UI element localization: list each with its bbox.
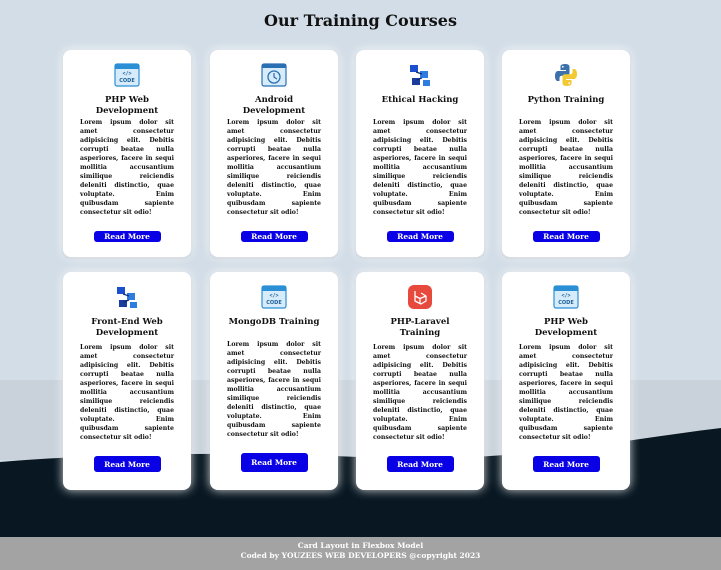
network-cubes-icon (407, 62, 433, 88)
laravel-logo-icon (407, 284, 433, 310)
read-more-button[interactable]: Read More (240, 453, 308, 472)
card-title: PHP Web Development (95, 95, 159, 116)
card-description: Lorem ipsum dolor sit amet consectetur a… (373, 119, 467, 216)
read-more-button[interactable]: Read More (532, 231, 600, 242)
read-more-button[interactable]: Read More (532, 456, 600, 472)
card-title: PHP Web Development (534, 317, 598, 338)
network-cubes-icon (114, 284, 140, 310)
course-card: Front-End Web Development Lorem ipsum do… (63, 272, 191, 490)
card-description: Lorem ipsum dolor sit amet consectetur a… (80, 119, 174, 216)
python-logo-icon (553, 62, 579, 88)
code-window-icon: </> CODE (114, 62, 140, 88)
read-more-button[interactable]: Read More (93, 231, 161, 242)
card-title: Android Development (242, 95, 306, 116)
read-more-button[interactable]: Read More (93, 456, 161, 472)
code-window-icon: </> CODE (261, 284, 287, 310)
cards-grid: </> CODE PHP Web Development Lorem ipsum… (0, 0, 721, 570)
card-title: Ethical Hacking (381, 95, 459, 105)
mobile-app-icon (261, 62, 287, 88)
page-footer: Card Layout in Flexbox Model Coded by YO… (0, 537, 721, 570)
card-title: Python Training (527, 95, 605, 105)
svg-text:</>: </> (269, 293, 278, 299)
card-title: MongoDB Training (228, 317, 320, 327)
svg-text:CODE: CODE (119, 78, 135, 84)
course-card: Android Development Lorem ipsum dolor si… (210, 50, 338, 257)
svg-text:CODE: CODE (558, 300, 574, 306)
card-description: Lorem ipsum dolor sit amet consectetur a… (227, 119, 321, 216)
card-description: Lorem ipsum dolor sit amet consectetur a… (373, 344, 467, 442)
svg-text:</>: </> (561, 293, 570, 299)
card-description: Lorem ipsum dolor sit amet consectetur a… (80, 344, 174, 442)
course-card: Ethical Hacking Lorem ipsum dolor sit am… (356, 50, 484, 257)
read-more-button[interactable]: Read More (386, 456, 454, 472)
card-description: Lorem ipsum dolor sit amet consectetur a… (519, 344, 613, 442)
footer-line-credits: Coded by YOUZEES WEB DEVELOPERS @copyrig… (240, 551, 481, 560)
card-description: Lorem ipsum dolor sit amet consectetur a… (519, 119, 613, 216)
card-description: Lorem ipsum dolor sit amet consectetur a… (227, 341, 321, 438)
course-card: PHP-Laravel Training Lorem ipsum dolor s… (356, 272, 484, 490)
read-more-button[interactable]: Read More (386, 231, 454, 242)
svg-text:</>: </> (122, 71, 131, 77)
read-more-button[interactable]: Read More (240, 231, 308, 242)
footer-line-layout: Card Layout in Flexbox Model (297, 541, 424, 550)
card-title: Front-End Web Development (91, 317, 163, 338)
svg-text:CODE: CODE (266, 300, 282, 306)
course-card: </> CODE MongoDB Training Lorem ipsum do… (210, 272, 338, 490)
code-window-icon: </> CODE (553, 284, 579, 310)
course-card: </> CODE PHP Web Development Lorem ipsum… (63, 50, 191, 257)
card-title: PHP-Laravel Training (390, 317, 450, 338)
course-card: Python Training Lorem ipsum dolor sit am… (502, 50, 630, 257)
course-card: </> CODE PHP Web Development Lorem ipsum… (502, 272, 630, 490)
